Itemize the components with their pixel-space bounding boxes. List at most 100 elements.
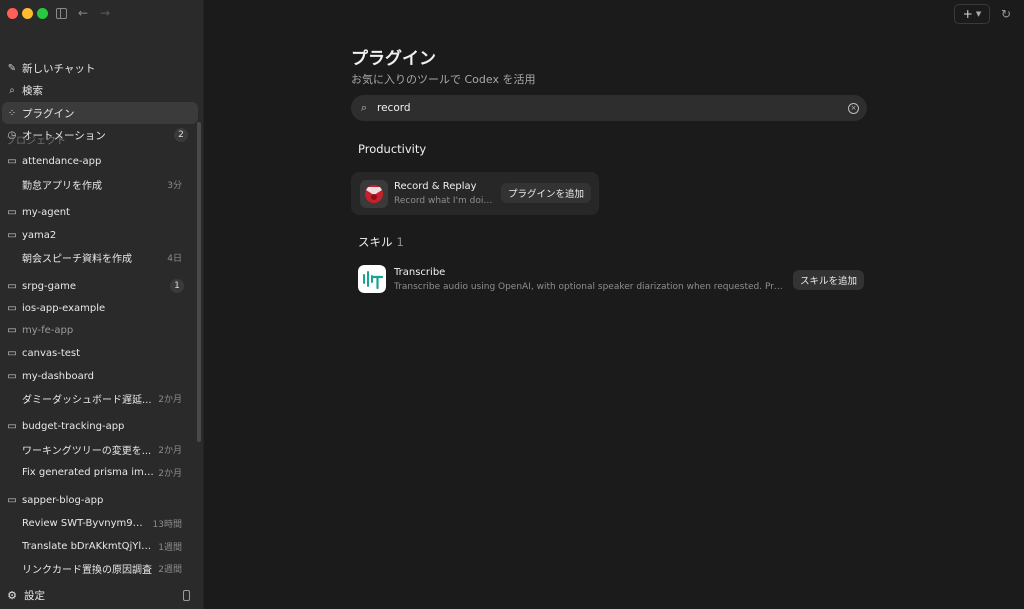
search-icon: ⌕	[360, 101, 368, 114]
plugin-name: Record & Replay	[394, 181, 477, 192]
project-name: attendance-app	[22, 155, 102, 167]
phone-icon[interactable]	[183, 589, 190, 601]
thread-item[interactable]: ダミーダッシュボード遅延... 2か月	[2, 388, 192, 408]
transcribe-app-icon	[358, 265, 386, 293]
chevron-down-icon: ▼	[975, 10, 982, 18]
project-my-fe-app[interactable]: ▭ my-fe-app	[2, 320, 192, 340]
compose-icon: ✎	[7, 62, 17, 74]
project-name: ios-app-example	[22, 302, 106, 314]
thread-time: 4日	[167, 253, 182, 264]
close-window-button[interactable]	[7, 8, 18, 19]
project-name: sapper-blog-app	[22, 494, 104, 506]
project-count-badge: 1	[170, 279, 184, 293]
folder-icon: ▭	[7, 229, 17, 241]
search-icon: ⌕	[9, 84, 15, 96]
thread-time: 2週間	[158, 564, 182, 575]
sidebar: ← → ✎ 新しいチャット ⌕ 検索 ⁘ プラグイン ◷ オートメーション 2 …	[0, 0, 204, 609]
project-name: yama2	[22, 229, 57, 241]
thread-item[interactable]: リンクカード置換の原因調査 2週間	[2, 558, 192, 578]
thread-item[interactable]: Fix generated prisma import 2か月	[2, 462, 192, 482]
productivity-heading: Productivity	[358, 142, 426, 156]
project-name: my-agent	[22, 206, 70, 218]
skills-label: スキル	[358, 235, 393, 249]
project-my-agent[interactable]: ▭ my-agent	[2, 202, 192, 222]
sidebar-toggle-icon[interactable]	[56, 8, 67, 19]
sidebar-item-new-chat[interactable]: ✎ 新しいチャット	[2, 57, 198, 79]
projects-section-label: プロジェクト	[6, 136, 66, 147]
project-yama2[interactable]: ▭ yama2	[2, 225, 192, 245]
thread-time: 2か月	[158, 445, 182, 456]
project-srpg-game[interactable]: ▭ srpg-game 1	[2, 276, 192, 296]
thread-item[interactable]: Translate bDrAKkmtQjYlbp... 1週間	[2, 536, 192, 556]
sidebar-item-search[interactable]: ⌕ 検索	[2, 79, 198, 101]
settings-footer[interactable]: ⚙ 設定	[0, 581, 204, 609]
project-name: srpg-game	[22, 280, 76, 292]
thread-title: Translate bDrAKkmtQjYlbp...	[22, 540, 155, 552]
sidebar-item-label: プラグイン	[22, 107, 75, 120]
thread-time: 2か月	[158, 468, 182, 479]
project-name: budget-tracking-app	[22, 420, 125, 432]
thread-item[interactable]: ワーキングツリーの変更を... 2か月	[2, 439, 192, 459]
thread-title: Review SWT-Byvnym9BN...	[22, 517, 149, 529]
main-panel: + ▼ ↻ プラグイン お気に入りのツールで Codex を活用 ⌕ × Pro…	[204, 0, 1024, 609]
sidebar-item-plugins[interactable]: ⁘ プラグイン	[2, 102, 198, 124]
thread-time: 13時間	[152, 519, 182, 530]
thread-time: 2か月	[158, 394, 182, 405]
project-sapper-blog-app[interactable]: ▭ sapper-blog-app	[2, 490, 192, 510]
plus-icon: +	[962, 7, 973, 21]
add-plugin-button[interactable]: プラグインを追加	[501, 183, 592, 203]
thread-title: 勤怠アプリを作成	[22, 180, 102, 192]
search-input[interactable]	[377, 102, 848, 114]
folder-icon: ▭	[7, 206, 17, 218]
folder-icon: ▭	[7, 347, 17, 359]
thread-time: 1週間	[158, 542, 182, 553]
project-attendance-app[interactable]: ▭ attendance-app	[2, 151, 192, 171]
refresh-icon: ↻	[1000, 7, 1012, 21]
minimize-window-button[interactable]	[22, 8, 33, 19]
thread-title: リンクカード置換の原因調査	[22, 564, 152, 576]
productivity-label: Productivity	[358, 142, 427, 156]
skill-row-transcribe[interactable]: Transcribe Transcribe audio using OpenAI…	[351, 262, 867, 298]
folder-icon: ▭	[7, 494, 17, 506]
search-bar[interactable]: ⌕ ×	[351, 95, 867, 121]
project-canvas-test[interactable]: ▭ canvas-test	[2, 343, 192, 363]
skills-heading: スキル 1	[358, 234, 404, 250]
thread-time: 3分	[167, 180, 182, 191]
skill-name: Transcribe	[394, 267, 446, 278]
plugins-grid-icon: ⁘	[7, 107, 17, 119]
thread-item[interactable]: 勤怠アプリを作成 3分	[2, 174, 192, 194]
clear-search-icon[interactable]: ×	[848, 102, 859, 114]
page-subtitle: お気に入りのツールで Codex を活用	[351, 73, 536, 86]
folder-icon: ▭	[7, 280, 17, 292]
plugin-card-record-replay[interactable]: Record & Replay Record what I'm doin... …	[351, 172, 599, 215]
add-skill-button[interactable]: スキルを追加	[793, 270, 865, 290]
gear-icon: ⚙	[7, 588, 17, 602]
skill-description: Transcribe audio using OpenAI, with opti…	[394, 282, 784, 292]
thread-item[interactable]: Review SWT-Byvnym9BN... 13時間	[2, 513, 192, 533]
forward-arrow-icon[interactable]: →	[100, 5, 110, 21]
plugin-description: Record what I'm doin...	[394, 196, 494, 206]
top-actions: + ▼ ↻	[954, 4, 1016, 24]
project-my-dashboard[interactable]: ▭ my-dashboard	[2, 366, 192, 386]
thread-title: 朝会スピーチ資料を作成	[22, 253, 132, 265]
new-menu-button[interactable]: + ▼	[954, 4, 990, 24]
project-name: my-fe-app	[22, 324, 74, 336]
sidebar-item-label: 検索	[22, 84, 43, 97]
window-titlebar: ← →	[0, 0, 203, 28]
folder-icon: ▭	[7, 155, 17, 167]
thread-title: ワーキングツリーの変更を...	[22, 445, 152, 457]
zoom-window-button[interactable]	[37, 8, 48, 19]
settings-label: 設定	[24, 589, 45, 602]
project-budget-tracking-app[interactable]: ▭ budget-tracking-app	[2, 416, 192, 436]
folder-icon: ▭	[7, 370, 17, 382]
project-ios-app-example[interactable]: ▭ ios-app-example	[2, 298, 192, 318]
thread-title: Fix generated prisma import	[22, 466, 155, 478]
folder-icon: ▭	[7, 324, 17, 336]
sidebar-scrollbar[interactable]	[197, 122, 201, 442]
back-arrow-icon[interactable]: ←	[78, 5, 88, 21]
refresh-button[interactable]: ↻	[996, 4, 1016, 24]
project-name: canvas-test	[22, 347, 81, 359]
automation-count-badge: 2	[174, 128, 188, 142]
folder-icon: ▭	[7, 302, 17, 314]
thread-item[interactable]: 朝会スピーチ資料を作成 4日	[2, 247, 192, 267]
